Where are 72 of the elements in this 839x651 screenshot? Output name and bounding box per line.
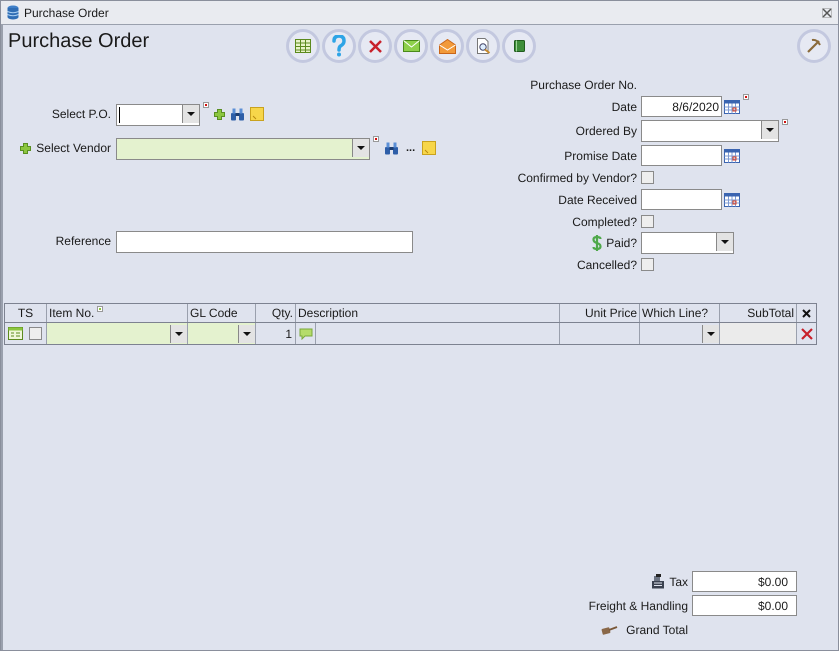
total-field: $0.00 <box>692 595 797 616</box>
column-header[interactable]: Which Line? <box>640 304 720 322</box>
field-label: Confirmed by Vendor? <box>518 170 637 186</box>
binoculars-icon[interactable] <box>384 142 399 154</box>
column-header[interactable]: Unit Price <box>560 304 640 322</box>
note-icon[interactable] <box>422 141 436 155</box>
magnifier-page-icon <box>476 38 490 54</box>
checkbox[interactable] <box>641 258 654 271</box>
calendar-icon[interactable] <box>724 148 740 163</box>
spreadsheet-button[interactable] <box>286 29 320 63</box>
pickaxe-icon <box>806 38 822 54</box>
checkbox[interactable] <box>641 171 654 184</box>
send-button[interactable] <box>430 29 464 63</box>
print-preview-button[interactable] <box>466 29 500 63</box>
table-icon <box>295 39 311 53</box>
binoculars-icon[interactable] <box>230 108 245 120</box>
plus-icon[interactable] <box>214 108 225 120</box>
field-label: Purchase Order No. <box>530 77 637 94</box>
form-icon[interactable] <box>8 327 22 340</box>
total-label: Grand Total <box>626 622 688 638</box>
close-form-button[interactable] <box>797 29 831 63</box>
field-label: Ordered By <box>576 123 637 140</box>
dollar-icon <box>592 235 602 251</box>
field-label: Cancelled? <box>576 256 637 274</box>
database-icon <box>7 5 19 20</box>
open-envelope-icon <box>438 38 456 54</box>
help-button[interactable] <box>322 29 356 63</box>
field-label: Date Received <box>558 192 637 208</box>
column-header[interactable]: Item No. <box>47 304 188 322</box>
column-header[interactable]: SubTotal <box>720 304 797 322</box>
calendar-icon[interactable] <box>724 192 740 207</box>
window-title: Purchase Order <box>24 4 109 22</box>
column-header[interactable]: TS <box>5 304 47 322</box>
total-field: $0.00 <box>692 571 797 592</box>
envelope-icon <box>402 40 420 52</box>
field-label: Reference <box>56 233 111 250</box>
delete-button[interactable] <box>358 29 392 63</box>
date-field[interactable]: 8/6/2020 <box>641 96 722 117</box>
speech-bubble-icon[interactable] <box>298 328 312 340</box>
text-field[interactable] <box>116 231 413 253</box>
book-icon <box>514 40 524 52</box>
notebook-button[interactable] <box>502 29 536 63</box>
date-field[interactable] <box>641 145 722 166</box>
email-button[interactable] <box>394 29 428 63</box>
total-label: Freight & Handling <box>588 598 688 614</box>
field-label: Select Vendor <box>36 140 111 157</box>
close-icon[interactable] <box>822 8 832 18</box>
column-header[interactable]: GL Code <box>188 304 256 322</box>
cash-register-icon <box>651 574 666 589</box>
calendar-icon[interactable] <box>724 99 740 114</box>
column-header[interactable]: Description <box>296 304 560 322</box>
date-field[interactable] <box>641 189 722 210</box>
field-label: Paid? <box>606 235 637 252</box>
form-title: Purchase Order <box>8 29 150 53</box>
close-icon[interactable] <box>802 308 811 318</box>
table-cell: 1 <box>256 323 296 344</box>
field-label: Select P.O. <box>52 106 111 123</box>
sort-marker-icon <box>97 306 104 312</box>
note-icon[interactable] <box>250 107 264 121</box>
column-header[interactable]: Qty. <box>256 304 296 322</box>
field-label: Promise Date <box>564 148 637 164</box>
question-mark-icon <box>332 35 346 57</box>
delete-icon[interactable] <box>800 328 812 340</box>
checkbox[interactable] <box>29 327 42 340</box>
field-label: Completed? <box>572 214 637 230</box>
checkbox[interactable] <box>641 215 654 228</box>
plus-icon[interactable] <box>20 142 32 154</box>
gavel-icon <box>601 624 618 636</box>
total-label: Tax <box>669 574 688 590</box>
more-link[interactable]: ... <box>404 140 418 156</box>
x-icon <box>368 40 382 52</box>
field-label: Date <box>612 98 637 116</box>
